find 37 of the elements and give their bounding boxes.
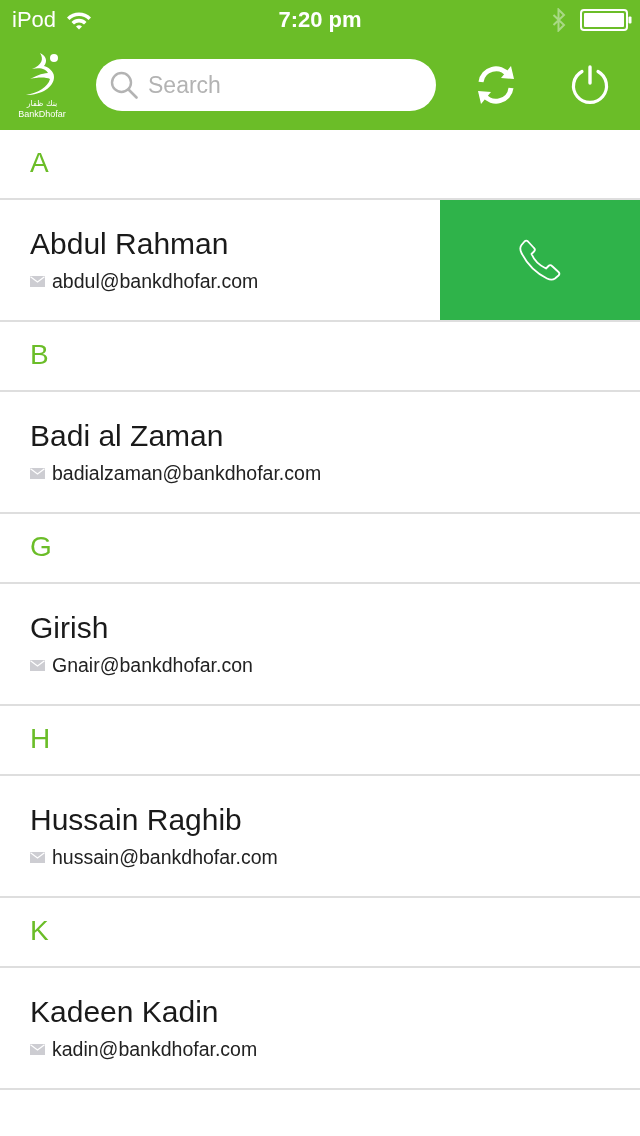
section-letter: G [30,531,52,563]
battery-icon [580,9,632,31]
phone-icon [519,239,561,281]
contact-email: badialzaman@bankdhofar.com [52,462,322,484]
envelope-icon [30,1043,45,1055]
contact-row[interactable]: Hussain Raghib hussain@bankdhofar.com [0,776,640,898]
contact-row[interactable]: Abdul Rahman abdul@bankdhofar.com [0,200,640,322]
bluetooth-icon [552,8,566,32]
envelope-icon [30,275,45,287]
contact-row[interactable]: Kadeen Kadin kadin@bankdhofar.com [0,968,640,1090]
envelope-icon [30,851,45,863]
contact-email: hussain@bankdhofar.com [52,846,278,868]
contact-row[interactable]: Badi al Zaman badialzaman@bankdhofar.com [0,392,640,514]
contact-email: abdul@bankdhofar.com [52,270,259,292]
section-letter: H [30,723,51,755]
clock-time: 7:20 pm [278,7,362,33]
contact-email: kadin@bankdhofar.com [52,1038,258,1060]
carrier-label: iPod [12,7,57,33]
contact-name: Girish [30,610,109,645]
section-letter: K [30,915,49,947]
envelope-icon [30,467,45,479]
section-letter: A [30,147,49,179]
wifi-icon [66,10,93,30]
contact-name: Abdul Rahman [30,226,229,261]
envelope-icon [30,659,45,671]
power-icon[interactable] [570,65,610,105]
section-letter: B [30,339,49,371]
logo-arabic-text: بنك ظفار [26,98,58,109]
contact-row[interactable]: Girish Gnair@bankdhofar.con [0,584,640,706]
search-icon [110,71,138,99]
contact-email: Gnair@bankdhofar.con [52,654,253,676]
logo-text: BankDhofar [18,108,66,120]
contact-name: Hussain Raghib [30,802,242,837]
search-field[interactable]: Search [96,59,436,111]
contact-name: Kadeen Kadin [30,994,219,1029]
contact-name: Badi al Zaman [30,418,224,453]
refresh-icon[interactable] [476,65,516,105]
